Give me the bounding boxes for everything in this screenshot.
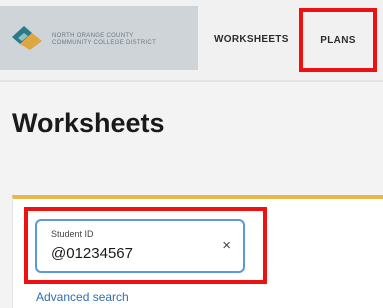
top-navbar: NORTH ORANGE COUNTY COMMUNITY COLLEGE DI…	[0, 0, 383, 82]
logo-text: NORTH ORANGE COUNTY COMMUNITY COLLEGE DI…	[52, 33, 156, 47]
logo-text-line2: COMMUNITY COLLEGE DISTRICT	[52, 40, 157, 46]
nav-worksheets[interactable]: WORKSHEETS	[214, 34, 289, 45]
student-id-label: Student ID	[51, 229, 94, 239]
logo[interactable]: NORTH ORANGE COUNTY COMMUNITY COLLEGE DI…	[0, 6, 198, 70]
nav-plans-label: PLANS	[320, 34, 356, 46]
student-id-field[interactable]: Student ID ×	[35, 219, 245, 273]
advanced-search-link[interactable]: Advanced search	[36, 290, 129, 304]
nav-plans[interactable]: PLANS	[299, 8, 377, 72]
logo-text-line1: NORTH ORANGE COUNTY	[52, 33, 134, 39]
page-title: Worksheets	[12, 108, 165, 138]
student-id-input[interactable]	[51, 245, 201, 262]
close-icon[interactable]: ×	[222, 238, 231, 254]
nocccd-logo-icon	[12, 26, 42, 50]
